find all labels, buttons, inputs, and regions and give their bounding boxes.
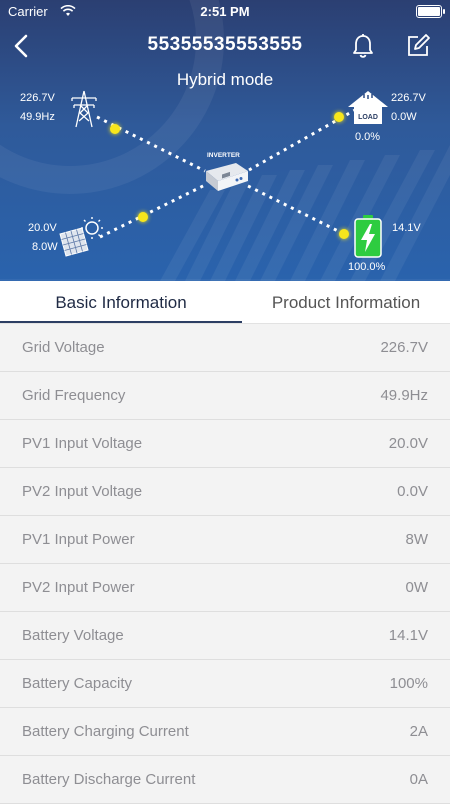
row-label: Battery Voltage	[22, 627, 124, 644]
list-item: Battery Capacity 100%	[0, 660, 450, 708]
inverter-label: INVERTER	[207, 152, 240, 159]
battery-voltage: 14.1V	[392, 222, 421, 234]
row-label: PV1 Input Voltage	[22, 435, 143, 452]
row-value: 49.9Hz	[380, 387, 428, 404]
list-item: PV1 Input Power 8W	[0, 516, 450, 564]
row-value: 0A	[409, 771, 428, 788]
load-power: 0.0W	[391, 111, 417, 123]
list-item: Battery Voltage 14.1V	[0, 612, 450, 660]
row-label: Battery Charging Current	[22, 723, 189, 740]
row-label: Battery Capacity	[22, 675, 133, 692]
load-flow-dot	[334, 112, 344, 122]
row-value: 2A	[409, 723, 428, 740]
row-label: PV2 Input Power	[22, 579, 135, 596]
row-label: Grid Voltage	[22, 339, 105, 356]
load-voltage: 226.7V	[391, 92, 426, 104]
battery-percent: 100.0%	[348, 261, 386, 273]
list-item: PV2 Input Power 0W	[0, 564, 450, 612]
row-value: 226.7V	[380, 339, 428, 356]
row-value: 0.0V	[397, 483, 428, 500]
row-value: 14.1V	[388, 627, 428, 644]
list-item: Grid Frequency 49.9Hz	[0, 372, 450, 420]
list-item: Battery Discharge Current 0A	[0, 756, 450, 804]
energy-flow-panel: Carrier 2:51 PM 55355535553555 Hybrid mo…	[0, 0, 450, 281]
list-item: Battery Charging Current 2A	[0, 708, 450, 756]
tab-basic-information[interactable]: Basic Information	[0, 281, 242, 323]
row-label: PV1 Input Power	[22, 531, 135, 548]
row-value: 100%	[389, 675, 428, 692]
grid-tower-icon	[71, 90, 97, 128]
grid-frequency: 49.9Hz	[20, 111, 55, 123]
row-value: 20.0V	[388, 435, 428, 452]
row-value: 8W	[405, 531, 429, 548]
load-icon-label: LOAD	[358, 114, 378, 121]
load-percent: 0.0%	[355, 131, 381, 143]
info-tabs: Basic Information Product Information	[0, 281, 450, 324]
active-tab-indicator	[0, 321, 242, 323]
battery-icon	[354, 215, 382, 258]
grid-voltage: 226.7V	[20, 92, 55, 104]
tab-product-information[interactable]: Product Information	[242, 281, 450, 323]
row-label: Grid Frequency	[22, 387, 126, 404]
list-item: PV1 Input Voltage 20.0V	[0, 420, 450, 468]
row-label: PV2 Input Voltage	[22, 483, 143, 500]
list-item: Grid Voltage 226.7V	[0, 324, 450, 372]
pv-flow-dot	[138, 212, 148, 222]
battery-flow-dot	[339, 229, 349, 239]
grid-flow-dot	[110, 124, 120, 134]
row-label: Battery Discharge Current	[22, 771, 196, 788]
info-list: Grid Voltage 226.7V Grid Frequency 49.9H…	[0, 324, 450, 804]
row-value: 0W	[405, 579, 429, 596]
pv-voltage: 20.0V	[28, 222, 57, 234]
inverter-icon	[206, 163, 248, 191]
pv-power: 8.0W	[32, 241, 58, 253]
list-item: PV2 Input Voltage 0.0V	[0, 468, 450, 516]
solar-panel-icon	[59, 217, 103, 257]
